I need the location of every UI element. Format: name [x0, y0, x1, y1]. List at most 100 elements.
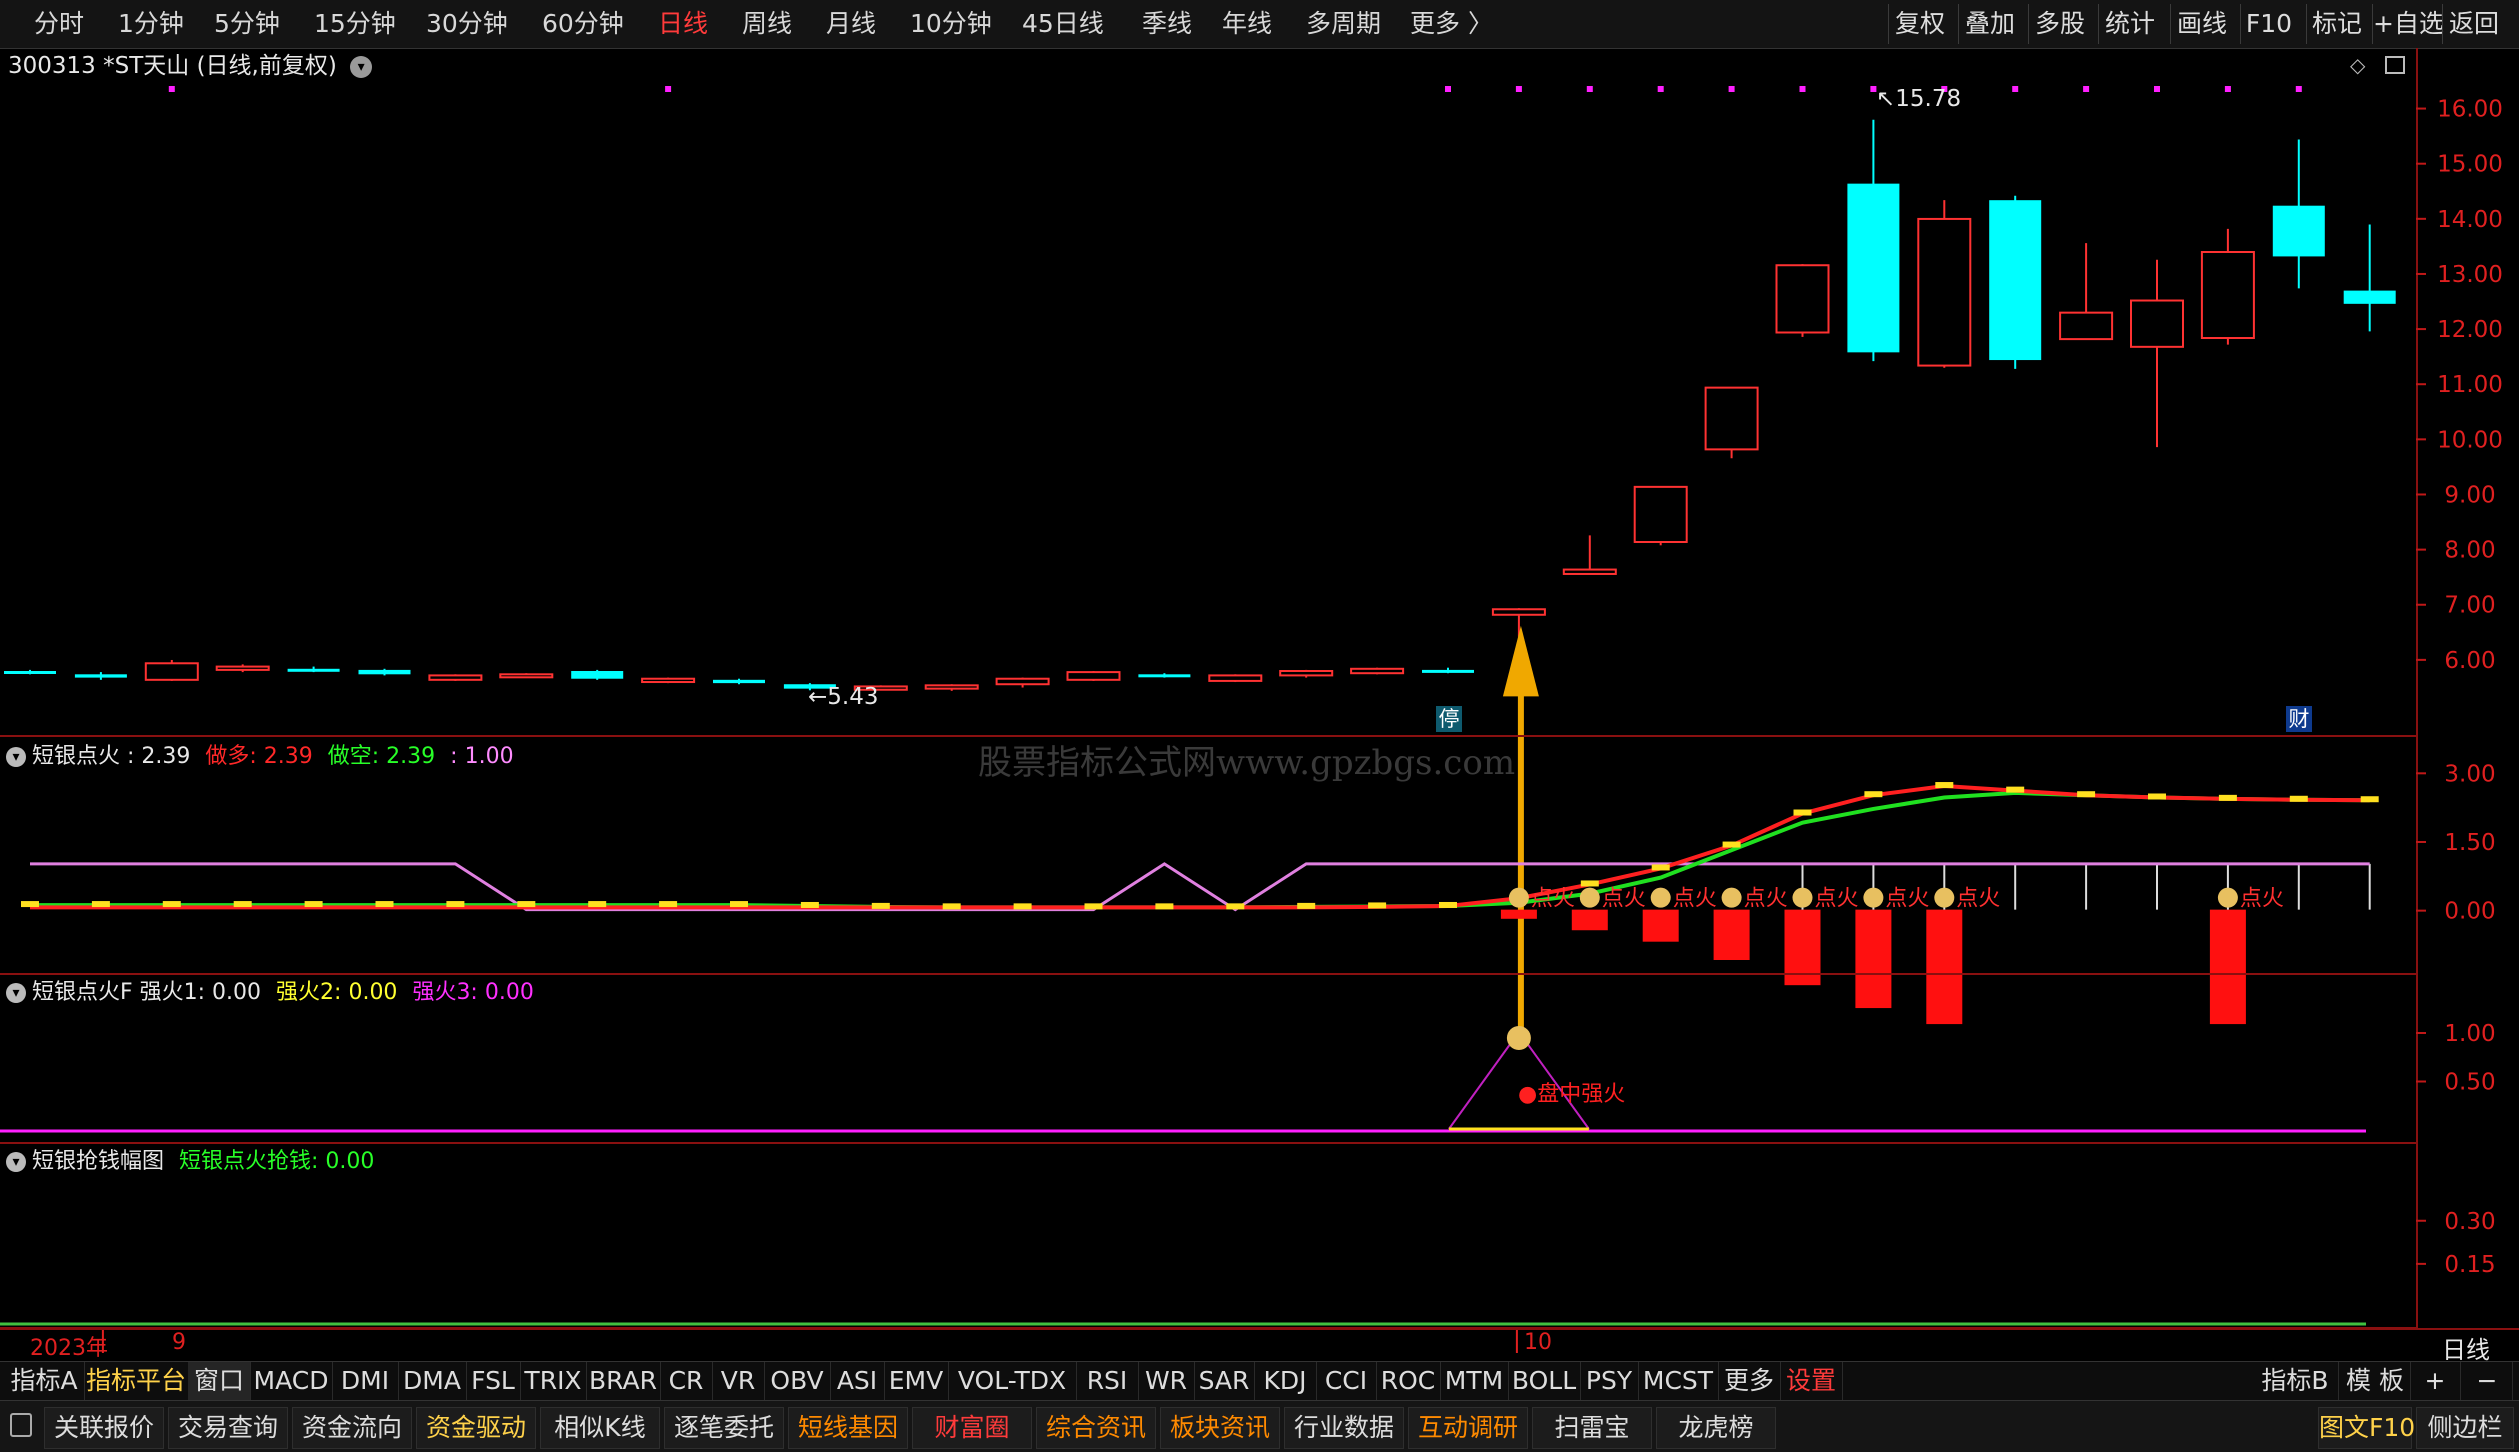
ind1-dot-0: [21, 901, 39, 908]
price-tick-label-4: 12.00: [2437, 317, 2503, 343]
tool-button-8[interactable]: 返回: [2442, 4, 2505, 44]
period-tab-11[interactable]: 季线: [1142, 0, 1192, 48]
function-right-1[interactable]: 侧边栏: [2416, 1407, 2514, 1449]
indicator-tab-24[interactable]: MCST: [1638, 1362, 1719, 1400]
indicator-tab-1[interactable]: 指标平台: [84, 1362, 189, 1400]
chart-area[interactable]: 点火 点火 点火 点火 点火 点火 点火 点火 16.00 15.00 14.00 13.00 12.…: [0, 48, 2519, 1361]
period-tab-2[interactable]: 5分钟: [214, 0, 280, 48]
ind1-tick-label-0: 3.00: [2444, 761, 2495, 787]
indicator-tab-7[interactable]: TRIX: [520, 1362, 587, 1400]
function-button-7[interactable]: 财富圈: [912, 1407, 1032, 1449]
indicator-tab-15[interactable]: RSI: [1076, 1362, 1139, 1400]
indicator-right-0[interactable]: 指标B: [2252, 1362, 2339, 1400]
function-button-3[interactable]: 资金驱动: [416, 1407, 536, 1449]
indicator-tab-26[interactable]: 设置: [1780, 1362, 1843, 1400]
indicator-right-1[interactable]: 模 板: [2340, 1362, 2411, 1400]
candle-body-0: [4, 670, 56, 674]
ind1-fire-label-7: 点火: [2240, 887, 2284, 912]
indicator-tab-9[interactable]: CR: [660, 1362, 713, 1400]
price-tick-mark-10: [2416, 658, 2426, 661]
indicator-tab-5[interactable]: DMA: [398, 1362, 467, 1400]
ind1-long-line: [30, 784, 2370, 910]
ind3-collapse-icon[interactable]: ▾: [6, 1152, 26, 1172]
indicator-tab-17[interactable]: SAR: [1194, 1362, 1255, 1400]
candle-body-2: [144, 662, 199, 681]
indicator-right-2[interactable]: +: [2410, 1362, 2461, 1400]
function-button-5[interactable]: 逐笔委托: [664, 1407, 784, 1449]
indicator-tab-16[interactable]: WR: [1138, 1362, 1195, 1400]
function-button-2[interactable]: 资金流向: [292, 1407, 412, 1449]
period-tab-9[interactable]: 10分钟: [910, 0, 992, 48]
indicator-tab-2[interactable]: 窗口: [188, 1362, 251, 1400]
period-tab-4[interactable]: 30分钟: [426, 0, 508, 48]
ind1-dot-10: [730, 901, 748, 908]
period-tab-10[interactable]: 45日线: [1022, 0, 1104, 48]
indicator-tab-6[interactable]: FSL: [466, 1362, 521, 1400]
tool-button-0[interactable]: 复权: [1888, 4, 1951, 44]
indicator-tab-22[interactable]: BOLL: [1508, 1362, 1581, 1400]
price-tick-label-5: 11.00: [2437, 372, 2503, 398]
ind2-collapse-icon[interactable]: ▾: [6, 983, 26, 1003]
function-button-10[interactable]: 行业数据: [1284, 1407, 1404, 1449]
period-tab-3[interactable]: 15分钟: [314, 0, 396, 48]
indicator-tab-10[interactable]: VR: [712, 1362, 765, 1400]
ind2-tick-mark-0: [2416, 1032, 2426, 1034]
signal-arrow-shaft: [1517, 664, 1524, 1034]
indicator-tab-18[interactable]: KDJ: [1254, 1362, 1317, 1400]
period-tab-1[interactable]: 1分钟: [118, 0, 184, 48]
function-button-11[interactable]: 互动调研: [1408, 1407, 1528, 1449]
candle-body-32: [2272, 205, 2325, 257]
indicator-tab-8[interactable]: BRAR: [586, 1362, 661, 1400]
indicator-tab-23[interactable]: PSY: [1580, 1362, 1639, 1400]
indicator-right-3[interactable]: −: [2462, 1362, 2513, 1400]
tool-button-3[interactable]: 统计: [2098, 4, 2161, 44]
ind1-fire-label-2: 点火: [1673, 887, 1717, 912]
function-right-0[interactable]: 图文F10: [2318, 1407, 2415, 1449]
finance-badge[interactable]: 财: [2286, 706, 2312, 732]
tool-button-5[interactable]: F10: [2240, 4, 2297, 44]
indicator-tab-25[interactable]: 更多: [1718, 1362, 1781, 1400]
ind1-fire-label-1: 点火: [1602, 887, 1646, 912]
indicator-tab-20[interactable]: ROC: [1376, 1362, 1441, 1400]
function-button-8[interactable]: 综合资讯: [1036, 1407, 1156, 1449]
function-button-12[interactable]: 扫雷宝: [1532, 1407, 1652, 1449]
indicator-tab-4[interactable]: DMI: [332, 1362, 399, 1400]
function-button-4[interactable]: 相似K线: [540, 1407, 660, 1449]
period-tab-8[interactable]: 月线: [826, 0, 876, 48]
function-button-6[interactable]: 短线基因: [788, 1407, 908, 1449]
indicator-tab-13[interactable]: EMV: [884, 1362, 949, 1400]
candle-body-19: [1350, 667, 1405, 675]
indicator-tab-19[interactable]: CCI: [1316, 1362, 1377, 1400]
tool-button-1[interactable]: 叠加: [1958, 4, 2021, 44]
indicator-tab-3[interactable]: MACD: [250, 1362, 333, 1400]
function-bar-menu-icon[interactable]: [10, 1413, 32, 1437]
indicator-tab-14[interactable]: VOL-TDX: [948, 1362, 1077, 1400]
indicator-tab-11[interactable]: OBV: [764, 1362, 831, 1400]
top-marker-dot-13: [2224, 86, 2231, 92]
function-button-9[interactable]: 板块资讯: [1160, 1407, 1280, 1449]
ind1-fire-label-4: 点火: [1815, 887, 1859, 912]
period-tab-7[interactable]: 周线: [742, 0, 792, 48]
tool-button-7[interactable]: +自选: [2372, 4, 2444, 44]
indicator-tab-12[interactable]: ASI: [830, 1362, 885, 1400]
indicator-tab-0[interactable]: 指标A: [4, 1362, 85, 1400]
indicator-tab-21[interactable]: MTM: [1440, 1362, 1509, 1400]
tool-button-6[interactable]: 标记: [2306, 4, 2367, 44]
period-tab-12[interactable]: 年线: [1222, 0, 1272, 48]
ind3-value: 短银点火抢钱: 0.00: [179, 1149, 375, 1174]
tool-button-2[interactable]: 多股: [2028, 4, 2091, 44]
period-tab-6[interactable]: 日线: [658, 0, 708, 48]
ind2-signal-text: 盘中强火: [1537, 1082, 1626, 1107]
function-button-1[interactable]: 交易查询: [168, 1407, 288, 1449]
period-tab-5[interactable]: 60分钟: [542, 0, 624, 48]
price-tick-label-3: 13.00: [2437, 262, 2503, 288]
tool-button-4[interactable]: 画线: [2170, 4, 2233, 44]
date-month-9: 9: [172, 1330, 186, 1355]
period-tab-14[interactable]: 更多 〉: [1410, 0, 1493, 48]
period-tab-13[interactable]: 多周期: [1306, 0, 1381, 48]
period-tab-0[interactable]: 分时: [34, 0, 84, 48]
function-button-0[interactable]: 关联报价: [44, 1407, 164, 1449]
ind1-collapse-icon[interactable]: ▾: [6, 747, 26, 767]
function-button-13[interactable]: 龙虎榜: [1656, 1407, 1776, 1449]
ind1-dot-12: [871, 902, 890, 909]
